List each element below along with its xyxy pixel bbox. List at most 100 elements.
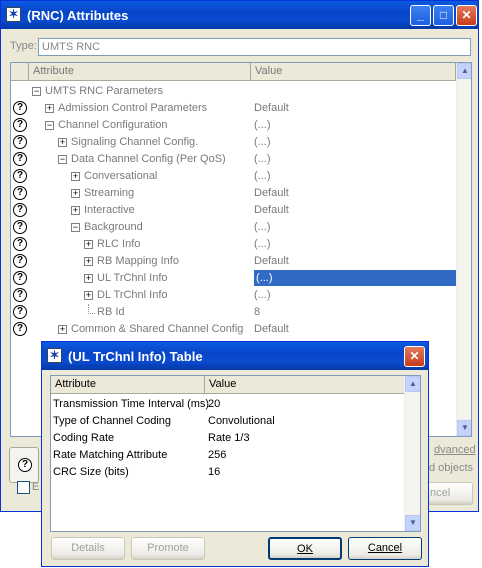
attribute-row[interactable]: ? + UL TrChnl Info (...)	[11, 270, 456, 287]
dialog-close-button[interactable]: ✕	[404, 346, 425, 367]
help-icon[interactable]: ?	[13, 118, 27, 132]
table-row[interactable]: Rate Matching Attribute 256	[51, 447, 404, 464]
dialog-header-value[interactable]: Value	[205, 376, 406, 394]
dialog-scroll-up-arrow[interactable]: ▲	[405, 376, 420, 392]
attribute-row[interactable]: ? + Signaling Channel Config. (...)	[11, 134, 456, 151]
dialog-vertical-scrollbar[interactable]: ▲ ▼	[404, 376, 420, 531]
attribute-value[interactable]: Default	[254, 204, 289, 216]
collapse-icon[interactable]: −	[58, 155, 67, 164]
header-attribute[interactable]: Attribute	[29, 63, 251, 81]
expand-icon[interactable]: +	[45, 104, 54, 113]
title-bar[interactable]: ✶ (RNC) Attributes _ □ ✕	[1, 1, 478, 29]
expand-icon[interactable]: +	[71, 206, 80, 215]
dialog-title-bar[interactable]: ✶ (UL TrChnl Info) Table ✕	[42, 342, 428, 370]
maximize-button[interactable]: □	[433, 5, 454, 26]
attribute-row[interactable]: ? + RLC Info (...)	[11, 236, 456, 253]
attribute-label: RLC Info	[97, 238, 141, 250]
attribute-label: UL TrChnl Info	[97, 272, 168, 284]
promote-button[interactable]: Promote	[131, 537, 205, 560]
collapse-icon[interactable]: −	[71, 223, 80, 232]
help-icon[interactable]: ?	[13, 288, 27, 302]
attribute-value[interactable]: (...)	[254, 238, 271, 250]
table-row[interactable]: CRC Size (bits) 16	[51, 464, 404, 481]
expand-icon[interactable]: +	[84, 257, 93, 266]
expand-icon[interactable]: +	[84, 240, 93, 249]
attribute-value[interactable]: (...)	[254, 136, 271, 148]
table-row[interactable]: Type of Channel Coding Convolutional	[51, 413, 404, 430]
collapse-icon[interactable]: −	[32, 87, 41, 96]
help-icon[interactable]: ?	[13, 186, 27, 200]
table-row[interactable]: Coding Rate Rate 1/3	[51, 430, 404, 447]
expand-icon[interactable]: +	[58, 325, 67, 334]
attribute-value[interactable]: (...)	[254, 221, 271, 233]
collapse-icon[interactable]: −	[45, 121, 54, 130]
expand-label: E	[32, 481, 40, 493]
type-field: UMTS RNC	[38, 38, 471, 56]
attribute-row[interactable]: ? + Streaming Default	[11, 185, 456, 202]
attribute-row[interactable]: ? + Interactive Default	[11, 202, 456, 219]
scroll-up-arrow[interactable]: ▲	[457, 63, 471, 79]
attribute-value[interactable]: 8	[254, 306, 260, 318]
vertical-scrollbar[interactable]: ▲ ▼	[456, 63, 471, 436]
expand-icon[interactable]: +	[58, 138, 67, 147]
table-row[interactable]: Transmission Time Interval (ms) 20	[51, 396, 404, 413]
attribute-value[interactable]: Default	[254, 323, 289, 335]
help-icon[interactable]: ?	[13, 271, 27, 285]
expand-icon[interactable]: +	[71, 189, 80, 198]
attribute-row[interactable]: ? RB Id 8	[11, 304, 456, 321]
attribute-label: Channel Configuration	[58, 119, 168, 131]
ok-button[interactable]: OK	[268, 537, 342, 560]
help-icon[interactable]: ?	[13, 101, 27, 115]
attribute-value[interactable]: (...)	[254, 153, 271, 165]
dialog-scroll-down-arrow[interactable]: ▼	[405, 515, 420, 531]
minimize-button[interactable]: _	[410, 5, 431, 26]
attribute-label: Streaming	[84, 187, 135, 199]
table-cell-attribute: Type of Channel Coding	[53, 415, 172, 427]
attribute-value[interactable]: Default	[254, 255, 289, 267]
close-button[interactable]: ✕	[456, 5, 477, 26]
table-cell-value[interactable]: 256	[208, 449, 226, 461]
attribute-row[interactable]: ? + Conversational (...)	[11, 168, 456, 185]
attribute-row[interactable]: ? + DL TrChnl Info (...)	[11, 287, 456, 304]
expand-icon[interactable]: +	[84, 291, 93, 300]
help-icon[interactable]: ?	[13, 220, 27, 234]
cancel-button[interactable]: Cancel	[348, 537, 422, 560]
details-button[interactable]: Details	[51, 537, 125, 560]
help-button[interactable]: ?	[9, 447, 39, 483]
help-icon[interactable]: ?	[13, 169, 27, 183]
header-value[interactable]: Value	[251, 63, 456, 81]
table-cell-value[interactable]: 20	[208, 398, 220, 410]
details-label: Details	[71, 542, 105, 554]
attribute-row[interactable]: ? − Background (...)	[11, 219, 456, 236]
expand-icon[interactable]: +	[71, 172, 80, 181]
expand-checkbox[interactable]	[17, 481, 30, 494]
scroll-down-arrow[interactable]: ▼	[457, 420, 471, 436]
table-cell-value[interactable]: Rate 1/3	[208, 432, 250, 444]
attribute-value[interactable]: (...)	[254, 170, 271, 182]
table-cell-value[interactable]: Convolutional	[208, 415, 275, 427]
attribute-row[interactable]: ? + RB Mapping Info Default	[11, 253, 456, 270]
attribute-row[interactable]: ? − Data Channel Config (Per QoS) (...)	[11, 151, 456, 168]
attribute-value[interactable]: (...)	[254, 119, 271, 131]
attribute-row[interactable]: ? − Channel Configuration (...)	[11, 117, 456, 134]
help-icon[interactable]: ?	[13, 135, 27, 149]
expand-icon[interactable]: +	[84, 274, 93, 283]
attribute-row[interactable]: − UMTS RNC Parameters	[11, 83, 456, 100]
help-icon[interactable]: ?	[13, 305, 27, 319]
attribute-row[interactable]: ? + Common & Shared Channel Config Default	[11, 321, 456, 338]
attribute-value[interactable]: Default	[254, 187, 289, 199]
help-icon[interactable]: ?	[13, 152, 27, 166]
attribute-value[interactable]: (...)	[254, 289, 271, 301]
attribute-value[interactable]: Default	[254, 102, 289, 114]
attribute-value[interactable]: (...)	[254, 270, 456, 286]
app-icon: ✶	[6, 7, 21, 22]
attribute-label: Data Channel Config (Per QoS)	[71, 153, 226, 165]
cancel-partial-label: ncel	[430, 487, 451, 499]
help-icon[interactable]: ?	[13, 254, 27, 268]
help-icon[interactable]: ?	[13, 203, 27, 217]
table-cell-value[interactable]: 16	[208, 466, 220, 478]
attribute-row[interactable]: ? + Admission Control Parameters Default	[11, 100, 456, 117]
help-icon[interactable]: ?	[13, 322, 27, 336]
dialog-header-attribute[interactable]: Attribute	[51, 376, 205, 394]
help-icon[interactable]: ?	[13, 237, 27, 251]
